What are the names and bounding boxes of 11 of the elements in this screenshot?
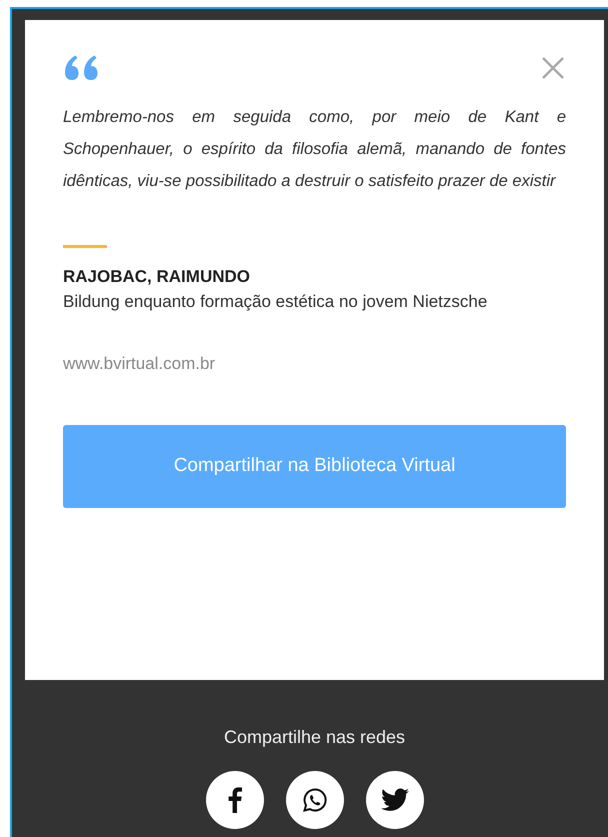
close-icon xyxy=(542,56,564,78)
f-letter-icon xyxy=(228,787,242,813)
share-label: Compartilhe nas redes xyxy=(222,726,406,749)
quote-mark-icon xyxy=(63,54,100,81)
chat-phone-icon xyxy=(302,787,328,813)
author-name: RAJOBAC, RAIMUNDO xyxy=(63,266,251,288)
share-button[interactable]: Compartilhar na Biblioteca Virtual xyxy=(63,424,566,508)
bird-icon xyxy=(380,788,408,812)
work-title: Bildung enquanto formação estética no jovem Nietzsche xyxy=(63,291,488,313)
source-link[interactable]: www.bvirtual.com.br xyxy=(63,351,566,376)
quote-text: Lembremo-nos em seguida como, por meio de Kant e Schopenhauer, o espírito da filosofia alemã, manando de fontes idênticas, viu-se possibilitado a destruir o satisfeito prazer de existir xyxy=(63,107,566,192)
